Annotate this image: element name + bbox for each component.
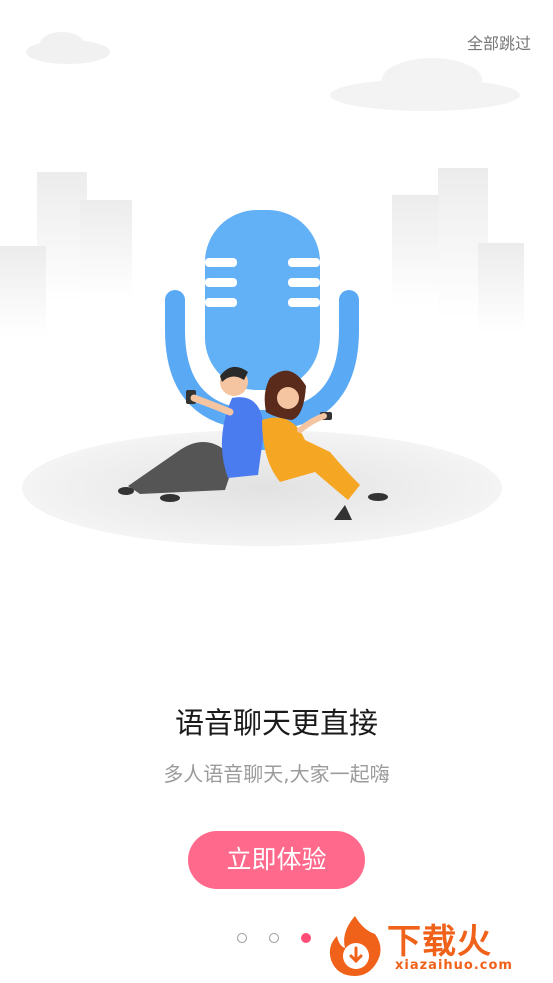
page-dot-3-active[interactable] — [301, 933, 311, 943]
try-now-button[interactable]: 立即体验 — [188, 831, 365, 889]
page-indicator — [237, 933, 311, 943]
voice-chat-illustration — [0, 32, 524, 546]
page-dot-1[interactable] — [237, 933, 247, 943]
buildings-left — [0, 172, 132, 336]
cloud-right — [330, 58, 520, 111]
onboarding-title: 语音聊天更直接 — [174, 706, 378, 740]
buildings-right — [392, 168, 524, 333]
watermark: 下载火 xiazaihuo.com — [323, 912, 545, 978]
onboarding-subtitle: 多人语音聊天,大家一起嗨 — [163, 762, 390, 786]
watermark-title: 下载火 — [387, 922, 492, 962]
page-dot-2[interactable] — [269, 933, 279, 943]
watermark-url: xiazaihuo.com — [395, 958, 513, 973]
cloud-left — [26, 32, 110, 64]
flame-download-icon — [329, 916, 381, 976]
